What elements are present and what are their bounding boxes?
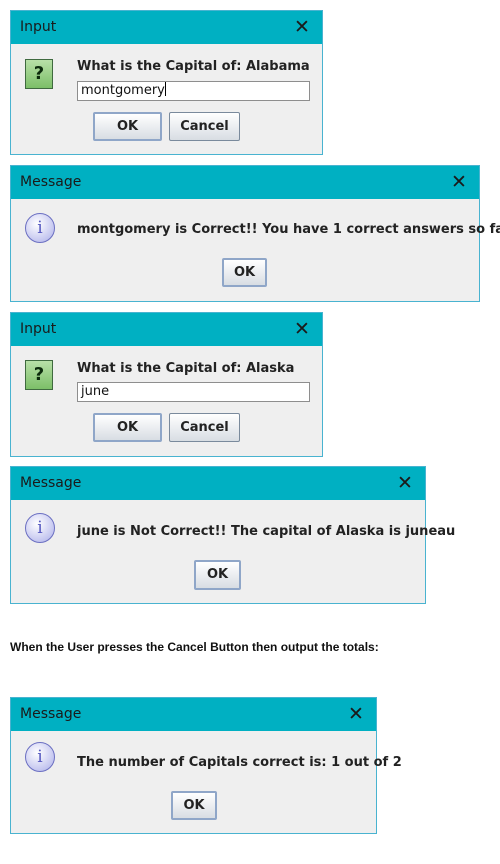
question-icon: ?: [25, 59, 53, 89]
message-dialog-incorrect: Message ✕ i june is Not Correct!! The ca…: [10, 466, 455, 604]
answer-input[interactable]: june: [77, 382, 310, 402]
title-bar[interactable]: Input ✕: [11, 313, 322, 346]
input-dialog-alaska: Input ✕ ? What is the Capital of: Alaska…: [10, 312, 323, 457]
ok-button-label: OK: [116, 119, 139, 134]
instruction-caption: When the User presses the Cancel Button …: [10, 640, 379, 654]
title-bar[interactable]: Message ✕: [11, 166, 479, 199]
info-icon: i: [25, 513, 55, 543]
dialog-title: Input: [20, 19, 57, 35]
answer-input[interactable]: montgomery: [77, 81, 310, 101]
question-icon: ?: [25, 360, 53, 390]
ok-button[interactable]: OK: [93, 112, 162, 141]
title-bar[interactable]: Message ✕: [11, 698, 376, 731]
ok-button-label: OK: [116, 420, 139, 435]
text-caret: [164, 82, 166, 96]
ok-button[interactable]: OK: [93, 413, 162, 442]
close-icon[interactable]: ✕: [336, 698, 376, 731]
ok-button-label: OK: [183, 798, 205, 813]
title-bar[interactable]: Message ✕: [11, 467, 425, 500]
message-text: montgomery is Correct!! You have 1 corre…: [77, 222, 500, 237]
cancel-button-label: Cancel: [180, 420, 229, 435]
ok-button[interactable]: OK: [194, 560, 241, 590]
prompt-label: What is the Capital of: Alaska: [77, 361, 295, 376]
cancel-button-label: Cancel: [180, 119, 229, 134]
close-icon[interactable]: ✕: [385, 467, 425, 500]
dialog-title: Message: [20, 174, 82, 190]
cancel-button[interactable]: Cancel: [169, 413, 240, 442]
message-text: The number of Capitals correct is: 1 out…: [77, 755, 402, 770]
close-icon[interactable]: ✕: [282, 313, 322, 346]
ok-button[interactable]: OK: [222, 258, 267, 287]
close-icon[interactable]: ✕: [282, 11, 322, 44]
close-icon[interactable]: ✕: [439, 166, 479, 199]
ok-button-label: OK: [233, 265, 256, 280]
answer-input-value: montgomery: [81, 83, 165, 98]
ok-button[interactable]: OK: [171, 791, 217, 820]
input-dialog-alabama: Input ✕ ? What is the Capital of: Alabam…: [10, 10, 323, 155]
info-icon: i: [25, 213, 55, 243]
dialog-title: Message: [20, 706, 82, 722]
prompt-label: What is the Capital of: Alabama: [77, 59, 310, 74]
title-bar[interactable]: Input ✕: [11, 11, 322, 44]
info-icon: i: [25, 742, 55, 772]
ok-button-label: OK: [206, 567, 229, 582]
dialog-title: Input: [20, 321, 57, 337]
cancel-button[interactable]: Cancel: [169, 112, 240, 141]
answer-input-value: june: [81, 384, 110, 399]
dialog-title: Message: [20, 475, 82, 491]
message-text: june is Not Correct!! The capital of Ala…: [77, 524, 456, 539]
message-dialog-totals: Message ✕ i The number of Capitals corre…: [10, 697, 402, 834]
message-dialog-correct: Message ✕ i montgomery is Correct!! You …: [10, 165, 500, 302]
